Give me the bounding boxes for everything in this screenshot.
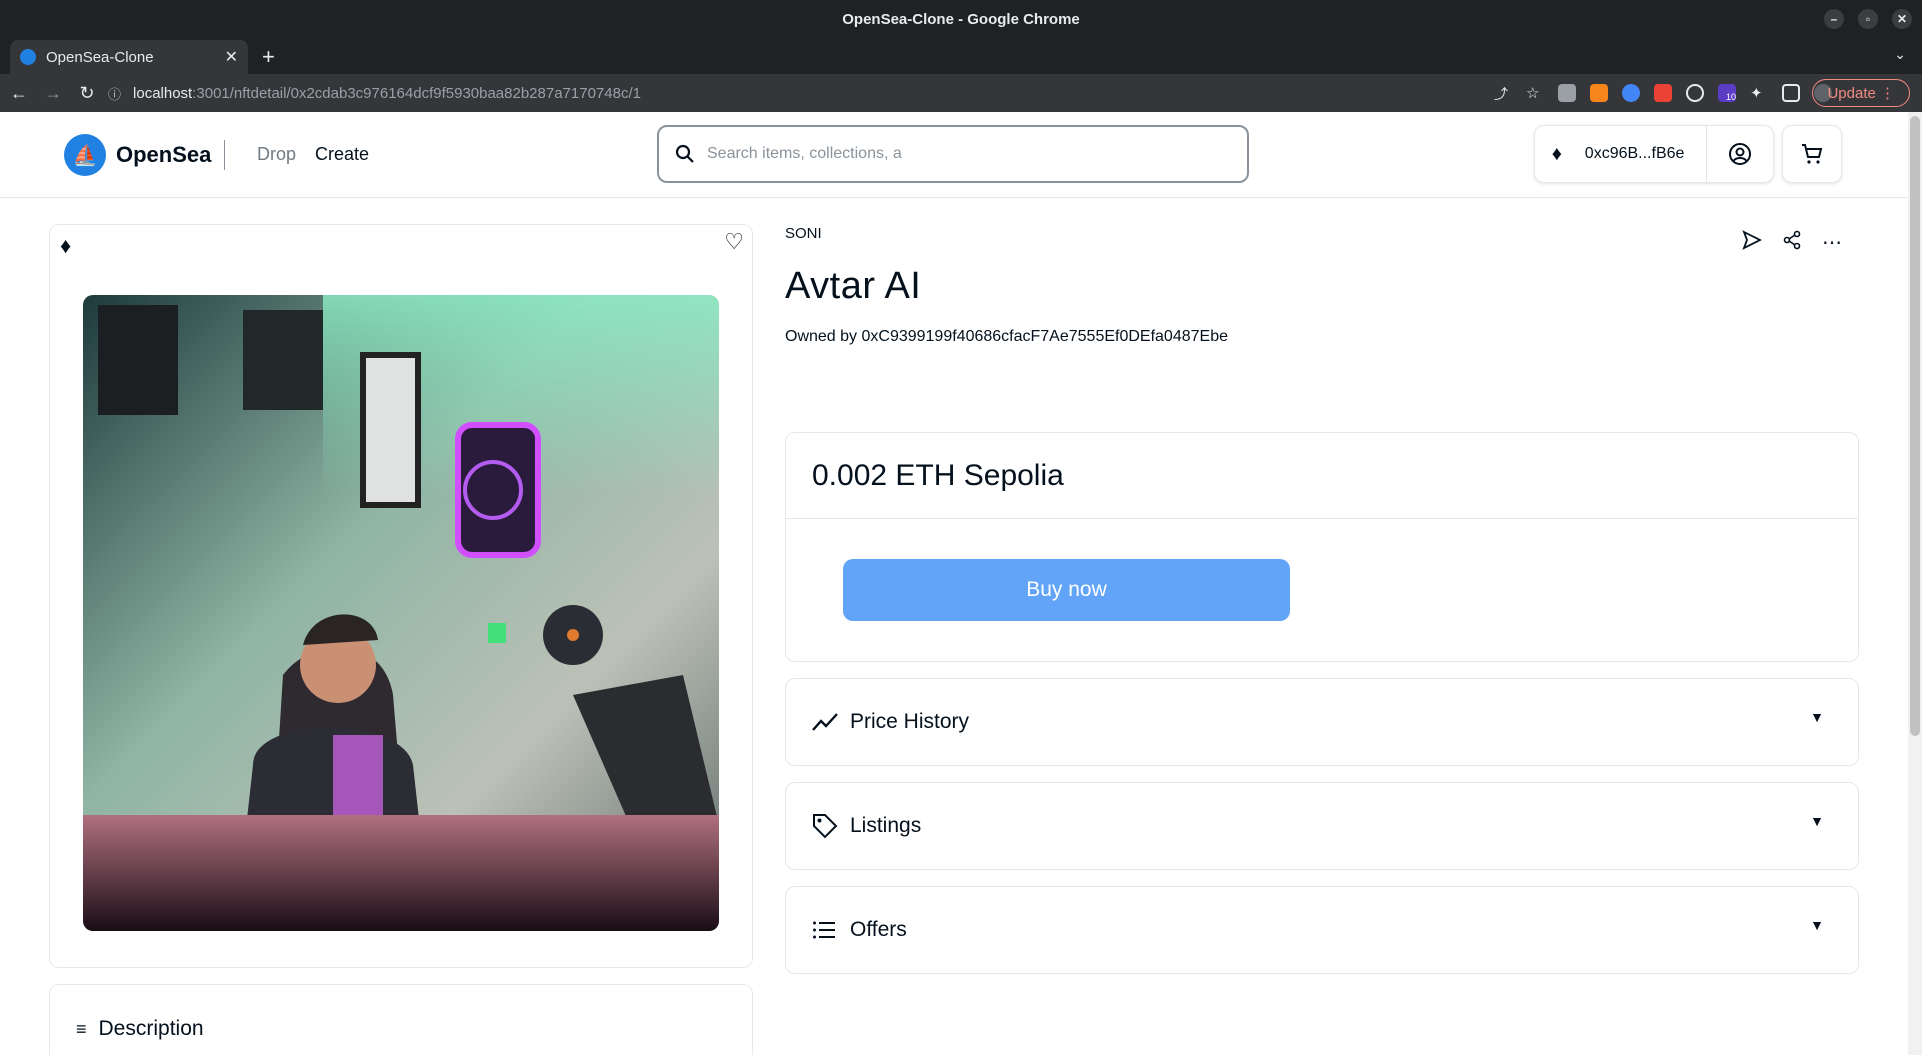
- url-host: localhost: [133, 84, 193, 102]
- extensions-puzzle-icon[interactable]: ✦: [1750, 84, 1768, 102]
- opensea-logo[interactable]: ⛵ OpenSea: [64, 134, 211, 176]
- nft-image-card: ♦ ♡: [49, 224, 753, 968]
- tag-icon: [812, 813, 842, 839]
- logo-text: OpenSea: [116, 142, 212, 167]
- ethereum-icon: ♦: [60, 233, 72, 258]
- favorite-heart-icon[interactable]: ♡: [724, 229, 744, 255]
- wallet-address: 0xc96B...fB6e: [1584, 145, 1685, 162]
- tab-search-chevron-icon[interactable]: ⌄: [1894, 46, 1906, 63]
- address-bar[interactable]: ⓘ localhost:3001/nftdetail/0x2cdab3c9761…: [108, 78, 1468, 108]
- forward-icon[interactable]: →: [38, 83, 68, 104]
- chevron-down-icon[interactable]: ▼: [1810, 813, 1824, 829]
- wallet-button[interactable]: ♦ 0xc96B...fB6e: [1534, 125, 1774, 183]
- listings-accordion[interactable]: Listings ▼: [785, 782, 1859, 870]
- tab-title: OpenSea-Clone: [46, 48, 154, 66]
- price-history-accordion[interactable]: Price History ▼: [785, 678, 1859, 766]
- description-card[interactable]: ≡ Description: [49, 984, 753, 1055]
- offers-accordion[interactable]: Offers ▼: [785, 886, 1859, 974]
- nav-drop-link[interactable]: Drop: [257, 144, 296, 165]
- transfer-send-icon[interactable]: [1742, 230, 1763, 256]
- nft-image[interactable]: [83, 295, 719, 931]
- extension-target-icon[interactable]: [1686, 84, 1704, 102]
- share-icon[interactable]: [1782, 230, 1802, 256]
- side-panel-icon[interactable]: [1782, 84, 1800, 102]
- nft-actions: ⋯: [1742, 230, 1842, 256]
- share-page-icon[interactable]: ⤴: [1494, 84, 1512, 102]
- owner-text: Owned by 0xC9399199f40686cfacF7Ae7555Ef0…: [785, 328, 1228, 345]
- description-header[interactable]: ≡ Description: [76, 1017, 204, 1041]
- offers-label: Offers: [850, 918, 907, 941]
- page-content: ⛵ OpenSea Drop Create ♦ 0xc96B...fB6e: [0, 112, 1922, 1055]
- tab-bar: OpenSea-Clone ✕ + ⌄: [0, 38, 1922, 74]
- opensea-logo-icon: ⛵: [64, 134, 106, 176]
- window-controls: – ▫ ✕: [1824, 9, 1912, 29]
- minimize-icon[interactable]: –: [1824, 9, 1844, 29]
- more-options-icon[interactable]: ⋯: [1822, 230, 1842, 256]
- scrollbar-thumb[interactable]: [1910, 116, 1920, 736]
- description-lines-icon: ≡: [76, 1018, 87, 1039]
- price-history-label: Price History: [850, 710, 970, 733]
- maximize-icon[interactable]: ▫: [1858, 9, 1878, 29]
- list-icon: [812, 920, 842, 940]
- metamask-fox-icon[interactable]: [1590, 84, 1608, 102]
- extension-red-icon[interactable]: [1654, 84, 1672, 102]
- nav-create-link[interactable]: Create: [315, 144, 369, 165]
- collection-name[interactable]: SONI: [785, 225, 822, 242]
- reload-icon[interactable]: ↻: [72, 83, 102, 104]
- price-card: 0.002 ETH Sepolia Buy now: [785, 432, 1859, 662]
- nft-title: Avtar AI: [785, 265, 922, 307]
- trending-line-icon: [812, 712, 842, 732]
- browser-tab[interactable]: OpenSea-Clone ✕: [10, 40, 248, 74]
- new-tab-icon[interactable]: +: [262, 44, 275, 70]
- cart-icon: [1802, 144, 1823, 164]
- price-value: 0.002 ETH Sepolia: [786, 433, 1858, 519]
- buy-now-button[interactable]: Buy now: [843, 559, 1290, 621]
- chevron-down-icon[interactable]: ▼: [1810, 917, 1824, 933]
- search-bar: [657, 125, 1249, 183]
- close-icon[interactable]: ✕: [1892, 9, 1912, 29]
- back-icon[interactable]: ←: [4, 83, 34, 104]
- site-header: ⛵ OpenSea Drop Create ♦ 0xc96B...fB6e: [0, 112, 1908, 198]
- tab-close-icon[interactable]: ✕: [225, 47, 238, 67]
- extension-badge-icon[interactable]: 10: [1718, 84, 1736, 102]
- update-label: Update: [1827, 84, 1876, 102]
- browser-toolbar: ← → ↻ ⓘ localhost:3001/nftdetail/0x2cdab…: [0, 74, 1922, 112]
- bookmark-star-icon[interactable]: ☆: [1526, 84, 1544, 102]
- header-divider: [224, 140, 225, 170]
- extension-diamond-icon[interactable]: [1558, 84, 1576, 102]
- window-title: OpenSea-Clone - Google Chrome: [842, 10, 1080, 28]
- account-icon[interactable]: [1707, 142, 1773, 166]
- search-icon: [675, 144, 694, 163]
- url-path: :3001/nftdetail/0x2cdab3c976164dcf9f5930…: [192, 84, 641, 102]
- ethereum-icon: ♦: [1551, 142, 1562, 165]
- window-titlebar: OpenSea-Clone - Google Chrome – ▫ ✕: [0, 0, 1922, 38]
- site-info-icon[interactable]: ⓘ: [108, 84, 121, 103]
- listings-label: Listings: [850, 814, 922, 837]
- extension-blue-icon[interactable]: [1622, 84, 1640, 102]
- search-input[interactable]: [707, 145, 1207, 163]
- description-label: Description: [98, 1017, 204, 1040]
- cart-button[interactable]: [1782, 125, 1842, 183]
- chevron-down-icon[interactable]: ▼: [1810, 709, 1824, 725]
- update-button[interactable]: Update ⋮: [1812, 79, 1910, 107]
- extension-badge-count: 10: [1725, 92, 1736, 102]
- extension-icons: ⤴ ☆ 10 ✦: [1494, 84, 1832, 102]
- opensea-favicon-icon: [20, 49, 36, 65]
